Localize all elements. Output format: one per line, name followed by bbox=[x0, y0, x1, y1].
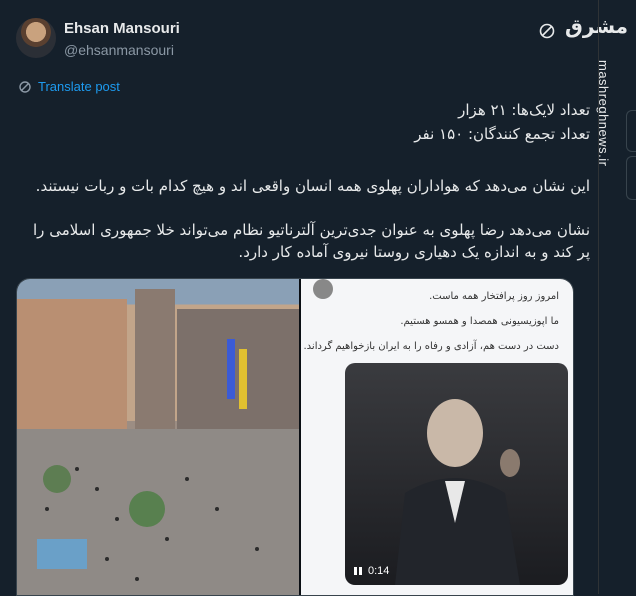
author-name[interactable]: Ehsan Mansouri bbox=[64, 20, 180, 37]
crowd-scene bbox=[17, 289, 299, 595]
sidebar-edge-tab bbox=[626, 110, 636, 152]
translate-post-link[interactable]: Translate post bbox=[18, 79, 120, 94]
slash-circle-icon[interactable] bbox=[538, 22, 556, 40]
column-divider bbox=[598, 0, 599, 594]
tweet-line-likes: تعداد لایک‌ها: ۲۱ هزار bbox=[458, 101, 590, 119]
video-time-label: 0:14 bbox=[368, 565, 390, 577]
crowd-square-photo[interactable] bbox=[17, 279, 299, 595]
tweet-paragraph-2: نشان می‌دهد رضا پهلوی به عنوان جدی‌ترین … bbox=[33, 221, 590, 261]
pause-icon[interactable] bbox=[353, 566, 363, 576]
sidebar-edge-tab bbox=[626, 156, 636, 200]
embedded-avatar bbox=[313, 279, 333, 299]
tweet-line-attendees: تعداد تجمع کنندگان: ۱۵۰ نفر bbox=[414, 125, 590, 143]
embedded-message-3: دست در دست هم، آزادی و رفاه را به ایران … bbox=[303, 341, 559, 352]
author-handle[interactable]: @ehsanmansouri bbox=[64, 42, 174, 58]
media-grid[interactable]: امروز روز پرافتخار همه ماست. ما اپوزیسیو… bbox=[16, 278, 574, 596]
tweet-paragraph-1: این نشان می‌دهد که هواداران پهلوی همه ان… bbox=[35, 177, 590, 195]
video-player[interactable]: 0:14 bbox=[345, 363, 568, 585]
avatar[interactable] bbox=[16, 18, 56, 58]
brand-logo: مشرق bbox=[565, 14, 629, 38]
embedded-message-2: ما اپوزیسیونی همصدا و همسو هستیم. bbox=[400, 316, 559, 327]
translate-label: Translate post bbox=[38, 79, 120, 94]
embedded-post-screenshot[interactable]: امروز روز پرافتخار همه ماست. ما اپوزیسیو… bbox=[301, 279, 573, 595]
video-time[interactable]: 0:14 bbox=[353, 565, 389, 577]
translate-icon bbox=[19, 80, 31, 93]
video-frame bbox=[395, 399, 520, 585]
embedded-message-1: امروز روز پرافتخار همه ماست. bbox=[429, 291, 559, 302]
